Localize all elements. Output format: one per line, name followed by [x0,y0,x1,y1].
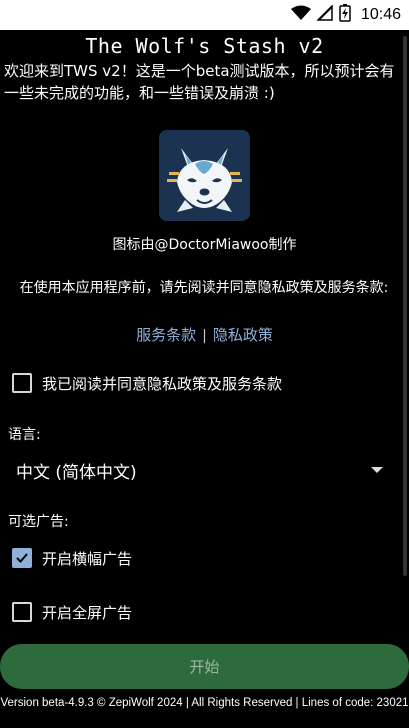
banner-ads-label: 开启横幅广告 [42,549,133,568]
dropdown-arrow-icon [371,467,383,473]
agree-checkbox-label: 我已阅读并同意隐私政策及服务条款 [42,374,283,393]
checkmark-icon [16,553,28,563]
status-icons: 10:46 [290,4,401,26]
policy-links: 服务条款 | 隐私政策 [0,324,409,345]
banner-ads-checkbox[interactable] [12,548,32,568]
terms-link[interactable]: 服务条款 [136,326,196,344]
agree-checkbox[interactable] [12,373,32,393]
fullscreen-ads-checkbox[interactable] [12,602,32,622]
banner-ads-checkbox-row[interactable]: 开启横幅广告 [12,546,132,570]
fullscreen-ads-label: 开启全屏广告 [42,603,133,622]
fullscreen-ads-checkbox-row[interactable]: 开启全屏广告 [12,600,132,624]
privacy-link[interactable]: 隐私政策 [213,326,273,344]
status-bar: 10:46 [0,0,409,30]
icon-credit: 图标由@DoctorMiawoo制作 [112,237,297,253]
language-select-value: 中文 (简体中文) [16,462,137,483]
language-select[interactable]: 中文 (简体中文) [8,454,393,486]
welcome-text: 欢迎来到TWS v2！这是一个beta测试版本，所以预计会有一些未完成的功能，和… [4,62,395,102]
agree-checkbox-row[interactable]: 我已阅读并同意隐私政策及服务条款 [12,371,282,395]
language-label: 语言: [8,427,41,443]
status-time: 10:46 [360,6,401,23]
version-footer: Version beta-4.9.3 © ZepiWolf 2024 | All… [0,697,409,709]
ads-label: 可选广告: [8,514,69,530]
wolf-logo-icon [159,130,250,221]
signal-icon [316,4,333,25]
scrollbar[interactable] [403,36,407,576]
terms-notice: 在使用本应用程序前，请先阅读并同意隐私政策及服务条款: [19,280,389,296]
start-button[interactable]: 开始 [0,644,409,689]
wifi-icon [290,5,311,25]
app-title: The Wolf's Stash v2 [85,34,324,58]
link-separator: | [202,328,207,344]
battery-charging-icon [339,4,351,26]
